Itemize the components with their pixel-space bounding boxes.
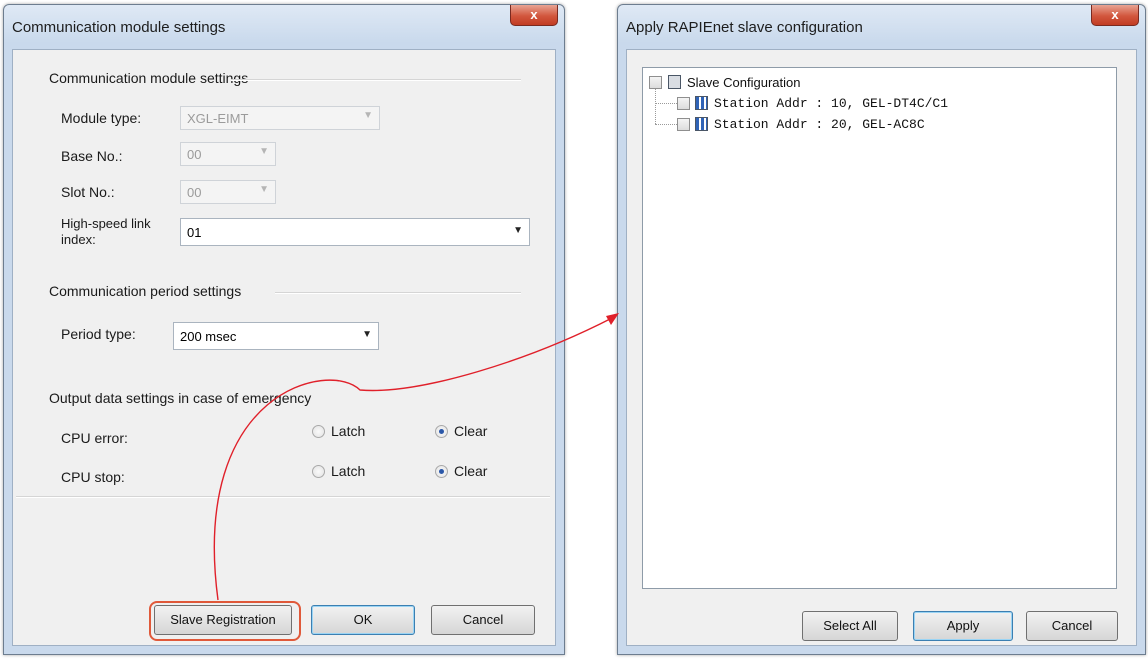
- chevron-down-icon: ▼: [259, 184, 269, 195]
- clear-label: Clear: [454, 463, 488, 479]
- tree-root-label[interactable]: Slave Configuration: [687, 75, 800, 90]
- section-divider: [16, 496, 550, 498]
- cpu-error-label: CPU error:: [61, 430, 128, 446]
- title-bar[interactable]: Communication module settings x: [4, 5, 564, 45]
- tree-connector: [655, 103, 677, 104]
- window-title: Apply RAPIEnet slave configuration: [626, 19, 863, 36]
- cpu-stop-latch-radio[interactable]: [312, 465, 325, 478]
- select-all-button[interactable]: Select All: [802, 611, 898, 641]
- hs-link-index-value: 01: [187, 225, 202, 240]
- latch-label: Latch: [331, 463, 366, 479]
- group-divider: [275, 292, 521, 294]
- group-divider: [231, 79, 521, 81]
- base-no-label: Base No.:: [61, 148, 123, 164]
- dialog-client-area: Slave Configuration Station Addr : 10, G…: [626, 49, 1137, 646]
- module-settings-group-title: Communication module settings: [49, 70, 249, 86]
- station-icon: [695, 96, 708, 110]
- cancel-button[interactable]: Cancel: [1026, 611, 1118, 641]
- apply-rapienet-slave-configuration-window: Apply RAPIEnet slave configuration x Sla…: [617, 4, 1146, 655]
- module-type-select[interactable]: XGL-EIMT ▼: [180, 106, 380, 130]
- ok-button[interactable]: OK: [311, 605, 415, 635]
- chevron-down-icon: ▼: [362, 329, 372, 340]
- station-checkbox[interactable]: [677, 118, 690, 131]
- title-bar[interactable]: Apply RAPIEnet slave configuration x: [618, 5, 1145, 45]
- clear-label: Clear: [454, 423, 488, 439]
- communication-module-settings-window: Communication module settings x Communic…: [3, 4, 565, 655]
- hs-link-label-line1: High-speed link: [61, 216, 151, 231]
- close-icon: x: [1111, 7, 1119, 22]
- cpu-stop-label: CPU stop:: [61, 469, 125, 485]
- base-no-value: 00: [187, 147, 202, 162]
- module-type-label: Module type:: [61, 110, 142, 126]
- base-no-select[interactable]: 00 ▼: [180, 142, 276, 166]
- hs-link-index-select[interactable]: 01 ▼: [180, 218, 530, 246]
- tree-connector: [655, 124, 677, 125]
- chevron-down-icon: ▼: [513, 225, 523, 236]
- cpu-error-clear-radio[interactable]: [435, 425, 448, 438]
- tree-connector: [655, 86, 656, 124]
- cpu-error-latch-radio[interactable]: [312, 425, 325, 438]
- period-settings-group-title: Communication period settings: [49, 283, 242, 299]
- slave-configuration-tree[interactable]: Slave Configuration Station Addr : 10, G…: [642, 67, 1117, 589]
- apply-button[interactable]: Apply: [913, 611, 1013, 641]
- tree-station-label[interactable]: Station Addr : 10, GEL-DT4C/C1: [714, 96, 948, 111]
- slot-no-value: 00: [187, 185, 202, 200]
- period-type-value: 200 msec: [180, 329, 237, 344]
- close-button[interactable]: x: [510, 5, 558, 26]
- slot-no-select[interactable]: 00 ▼: [180, 180, 276, 204]
- close-button[interactable]: x: [1091, 5, 1139, 26]
- cancel-button[interactable]: Cancel: [431, 605, 535, 635]
- cpu-stop-clear-radio[interactable]: [435, 465, 448, 478]
- station-checkbox[interactable]: [677, 97, 690, 110]
- module-type-value: XGL-EIMT: [187, 111, 249, 126]
- close-icon: x: [530, 7, 538, 22]
- station-icon: [695, 117, 708, 131]
- tree-station-label[interactable]: Station Addr : 20, GEL-AC8C: [714, 117, 925, 132]
- slot-no-label: Slot No.:: [61, 184, 115, 200]
- latch-label: Latch: [331, 423, 366, 439]
- period-type-label: Period type:: [61, 326, 136, 342]
- chevron-down-icon: ▼: [363, 110, 373, 121]
- slave-configuration-icon: [668, 75, 681, 89]
- chevron-down-icon: ▼: [259, 146, 269, 157]
- slave-registration-button[interactable]: Slave Registration: [154, 605, 292, 635]
- root-checkbox[interactable]: [649, 76, 662, 89]
- window-title: Communication module settings: [12, 19, 226, 36]
- period-type-select[interactable]: 200 msec ▼: [173, 322, 379, 350]
- hs-link-label-line2: index:: [61, 232, 96, 247]
- dialog-client-area: Communication module settings Module typ…: [12, 49, 556, 646]
- emergency-settings-group-title: Output data settings in case of emergenc…: [49, 390, 312, 406]
